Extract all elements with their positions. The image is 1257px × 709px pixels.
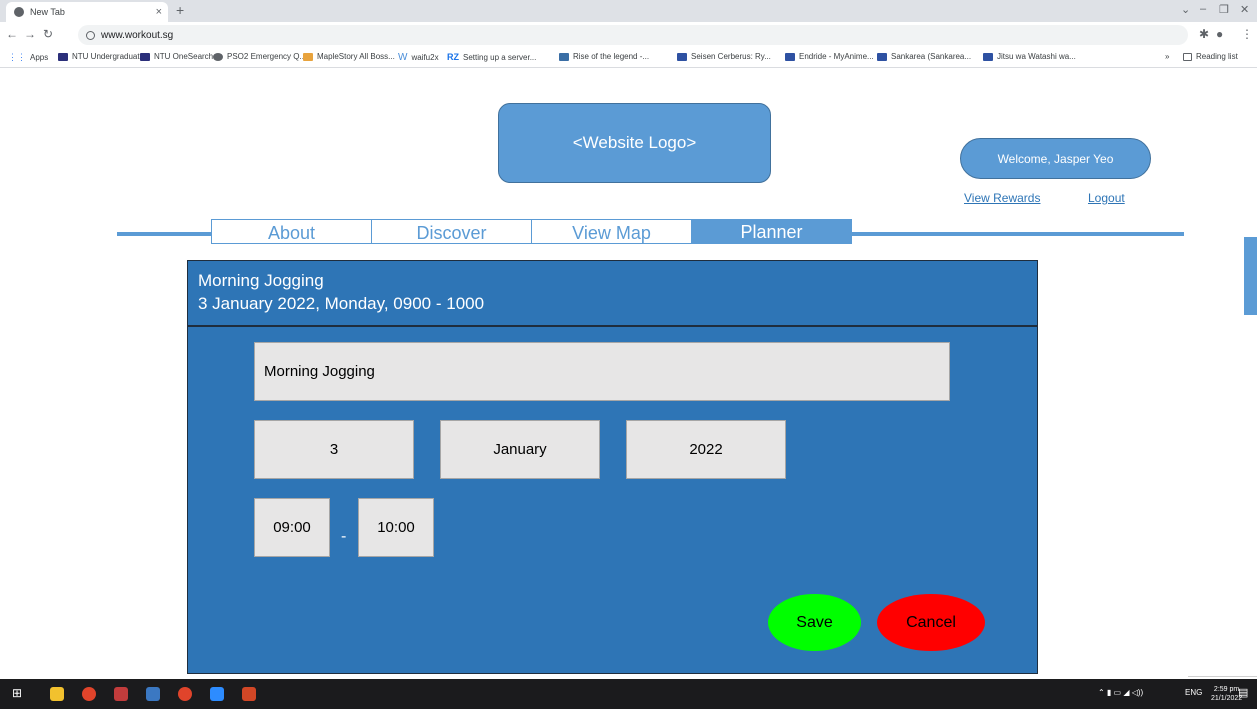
menu-icon[interactable]: ⋮ bbox=[1241, 27, 1253, 41]
bookmark-item[interactable]: Sankarea (Sankarea... bbox=[877, 52, 971, 61]
website-logo[interactable]: <Website Logo> bbox=[498, 103, 771, 183]
main-nav: About Discover View Map Planner bbox=[211, 219, 852, 244]
url-text: www.workout.sg bbox=[101, 29, 174, 41]
time-separator: - bbox=[341, 528, 347, 545]
apps-grid-icon: ⋮⋮ bbox=[8, 52, 26, 62]
windows-start-icon[interactable]: ⊞ bbox=[12, 686, 26, 700]
browser-tabstrip: New Tab × + ⌄ – ❐ ✕ bbox=[0, 0, 1257, 22]
day-field[interactable]: 3 bbox=[254, 420, 414, 479]
reading-list-button[interactable]: Reading list bbox=[1183, 52, 1238, 61]
minimize-icon[interactable]: – bbox=[1200, 3, 1206, 15]
browser-tab[interactable]: New Tab × bbox=[6, 2, 168, 22]
tab-view-map[interactable]: View Map bbox=[532, 220, 692, 243]
notification-icon[interactable]: ▤ bbox=[1238, 686, 1248, 699]
extensions-icon[interactable]: ✱ bbox=[1199, 27, 1209, 41]
ntu-icon bbox=[58, 52, 68, 61]
scrollbar-track bbox=[1188, 676, 1257, 677]
cancel-button[interactable]: Cancel bbox=[877, 594, 985, 651]
nav-line-left bbox=[117, 232, 212, 236]
start-time-field[interactable]: 09:00 bbox=[254, 498, 330, 557]
tab-discover[interactable]: Discover bbox=[372, 220, 532, 243]
chrome-icon bbox=[14, 7, 24, 17]
mal-icon bbox=[877, 52, 887, 61]
globe-icon bbox=[213, 52, 223, 61]
chrome-taskbar-icon[interactable] bbox=[82, 687, 96, 701]
tab-title: New Tab bbox=[30, 7, 65, 17]
waifu2x-icon: W bbox=[398, 52, 408, 63]
windows-taskbar: ⊞ ⌃ ▮ ▭ ◢ ◁)) ENG 2:59 pm 21/1/2022 ▤ bbox=[0, 679, 1257, 709]
close-window-icon[interactable]: ✕ bbox=[1240, 3, 1249, 16]
address-bar[interactable]: www.workout.sg bbox=[78, 25, 1188, 45]
restore-icon[interactable]: ❐ bbox=[1219, 3, 1229, 16]
maplestory-icon bbox=[303, 52, 313, 61]
scrollbar-thumb[interactable] bbox=[1244, 237, 1257, 315]
event-name-input[interactable]: Morning Jogging bbox=[254, 342, 950, 401]
event-title: Morning Jogging bbox=[198, 271, 324, 290]
bookmarks-bar: ⋮⋮ Apps NTU Undergraduat... NTU OneSearc… bbox=[0, 48, 1257, 68]
tab-close-icon[interactable]: × bbox=[156, 6, 162, 18]
planner-header: Morning Jogging 3 January 2022, Monday, … bbox=[188, 261, 1037, 327]
tab-search-icon[interactable]: ⌄ bbox=[1181, 3, 1190, 16]
mal-icon bbox=[983, 52, 993, 61]
save-button[interactable]: Save bbox=[768, 594, 861, 651]
back-icon[interactable]: ← bbox=[6, 27, 18, 41]
bookmark-item[interactable]: NTU OneSearch bbox=[140, 52, 213, 61]
mal-icon bbox=[677, 52, 687, 61]
bookmark-item[interactable]: Endride - MyAnime... bbox=[785, 52, 874, 61]
year-field[interactable]: 2022 bbox=[626, 420, 786, 479]
bookmark-item[interactable]: NTU Undergraduat... bbox=[58, 52, 146, 61]
site-info-icon[interactable] bbox=[86, 30, 95, 40]
month-field[interactable]: January bbox=[440, 420, 600, 479]
game-icon bbox=[559, 52, 569, 61]
app-icon[interactable] bbox=[146, 687, 160, 701]
end-time-field[interactable]: 10:00 bbox=[358, 498, 434, 557]
more-bookmarks-icon[interactable]: » bbox=[1165, 52, 1169, 61]
language-indicator[interactable]: ENG bbox=[1185, 688, 1202, 697]
browser-toolbar: ← → ↻ www.workout.sg ✱ ● ⋮ bbox=[0, 22, 1257, 48]
powerpoint-icon[interactable] bbox=[242, 687, 256, 701]
new-tab-button[interactable]: + bbox=[176, 2, 184, 18]
bookmark-item[interactable]: Rise of the legend -... bbox=[559, 52, 649, 61]
bookmark-item[interactable]: Wwaifu2x bbox=[398, 52, 439, 63]
ntu-icon bbox=[140, 52, 150, 61]
bookmark-item[interactable]: PSO2 Emergency Q... bbox=[213, 52, 306, 61]
welcome-badge: Welcome, Jasper Yeo bbox=[960, 138, 1151, 179]
mal-icon bbox=[785, 52, 795, 61]
reload-icon[interactable]: ↻ bbox=[43, 27, 53, 41]
profile-avatar[interactable]: ● bbox=[1216, 27, 1223, 41]
chrome-taskbar-icon-2[interactable] bbox=[178, 687, 192, 701]
nav-line-right bbox=[852, 232, 1184, 236]
tray-icons[interactable]: ⌃ ▮ ▭ ◢ ◁)) bbox=[1098, 688, 1143, 697]
tab-about[interactable]: About bbox=[212, 220, 372, 243]
file-explorer-icon[interactable] bbox=[50, 687, 64, 701]
bookmark-item[interactable]: RZ Setting up a server... bbox=[447, 52, 536, 62]
logout-link[interactable]: Logout bbox=[1088, 191, 1125, 205]
view-rewards-link[interactable]: View Rewards bbox=[964, 191, 1040, 205]
event-subtitle: 3 January 2022, Monday, 0900 - 1000 bbox=[198, 294, 485, 313]
bookmark-item[interactable]: Seisen Cerberus: Ry... bbox=[677, 52, 771, 61]
bookmark-apps[interactable]: ⋮⋮ Apps bbox=[8, 52, 48, 63]
bookmark-item[interactable]: MapleStory All Boss... bbox=[303, 52, 395, 61]
rz-icon: RZ bbox=[447, 52, 459, 62]
tab-planner[interactable]: Planner bbox=[692, 220, 851, 243]
reading-list-icon bbox=[1183, 52, 1192, 61]
paint-icon[interactable] bbox=[114, 687, 128, 701]
bookmark-item[interactable]: Jitsu wa Watashi wa... bbox=[983, 52, 1076, 61]
zoom-icon[interactable] bbox=[210, 687, 224, 701]
forward-icon[interactable]: → bbox=[24, 27, 36, 41]
